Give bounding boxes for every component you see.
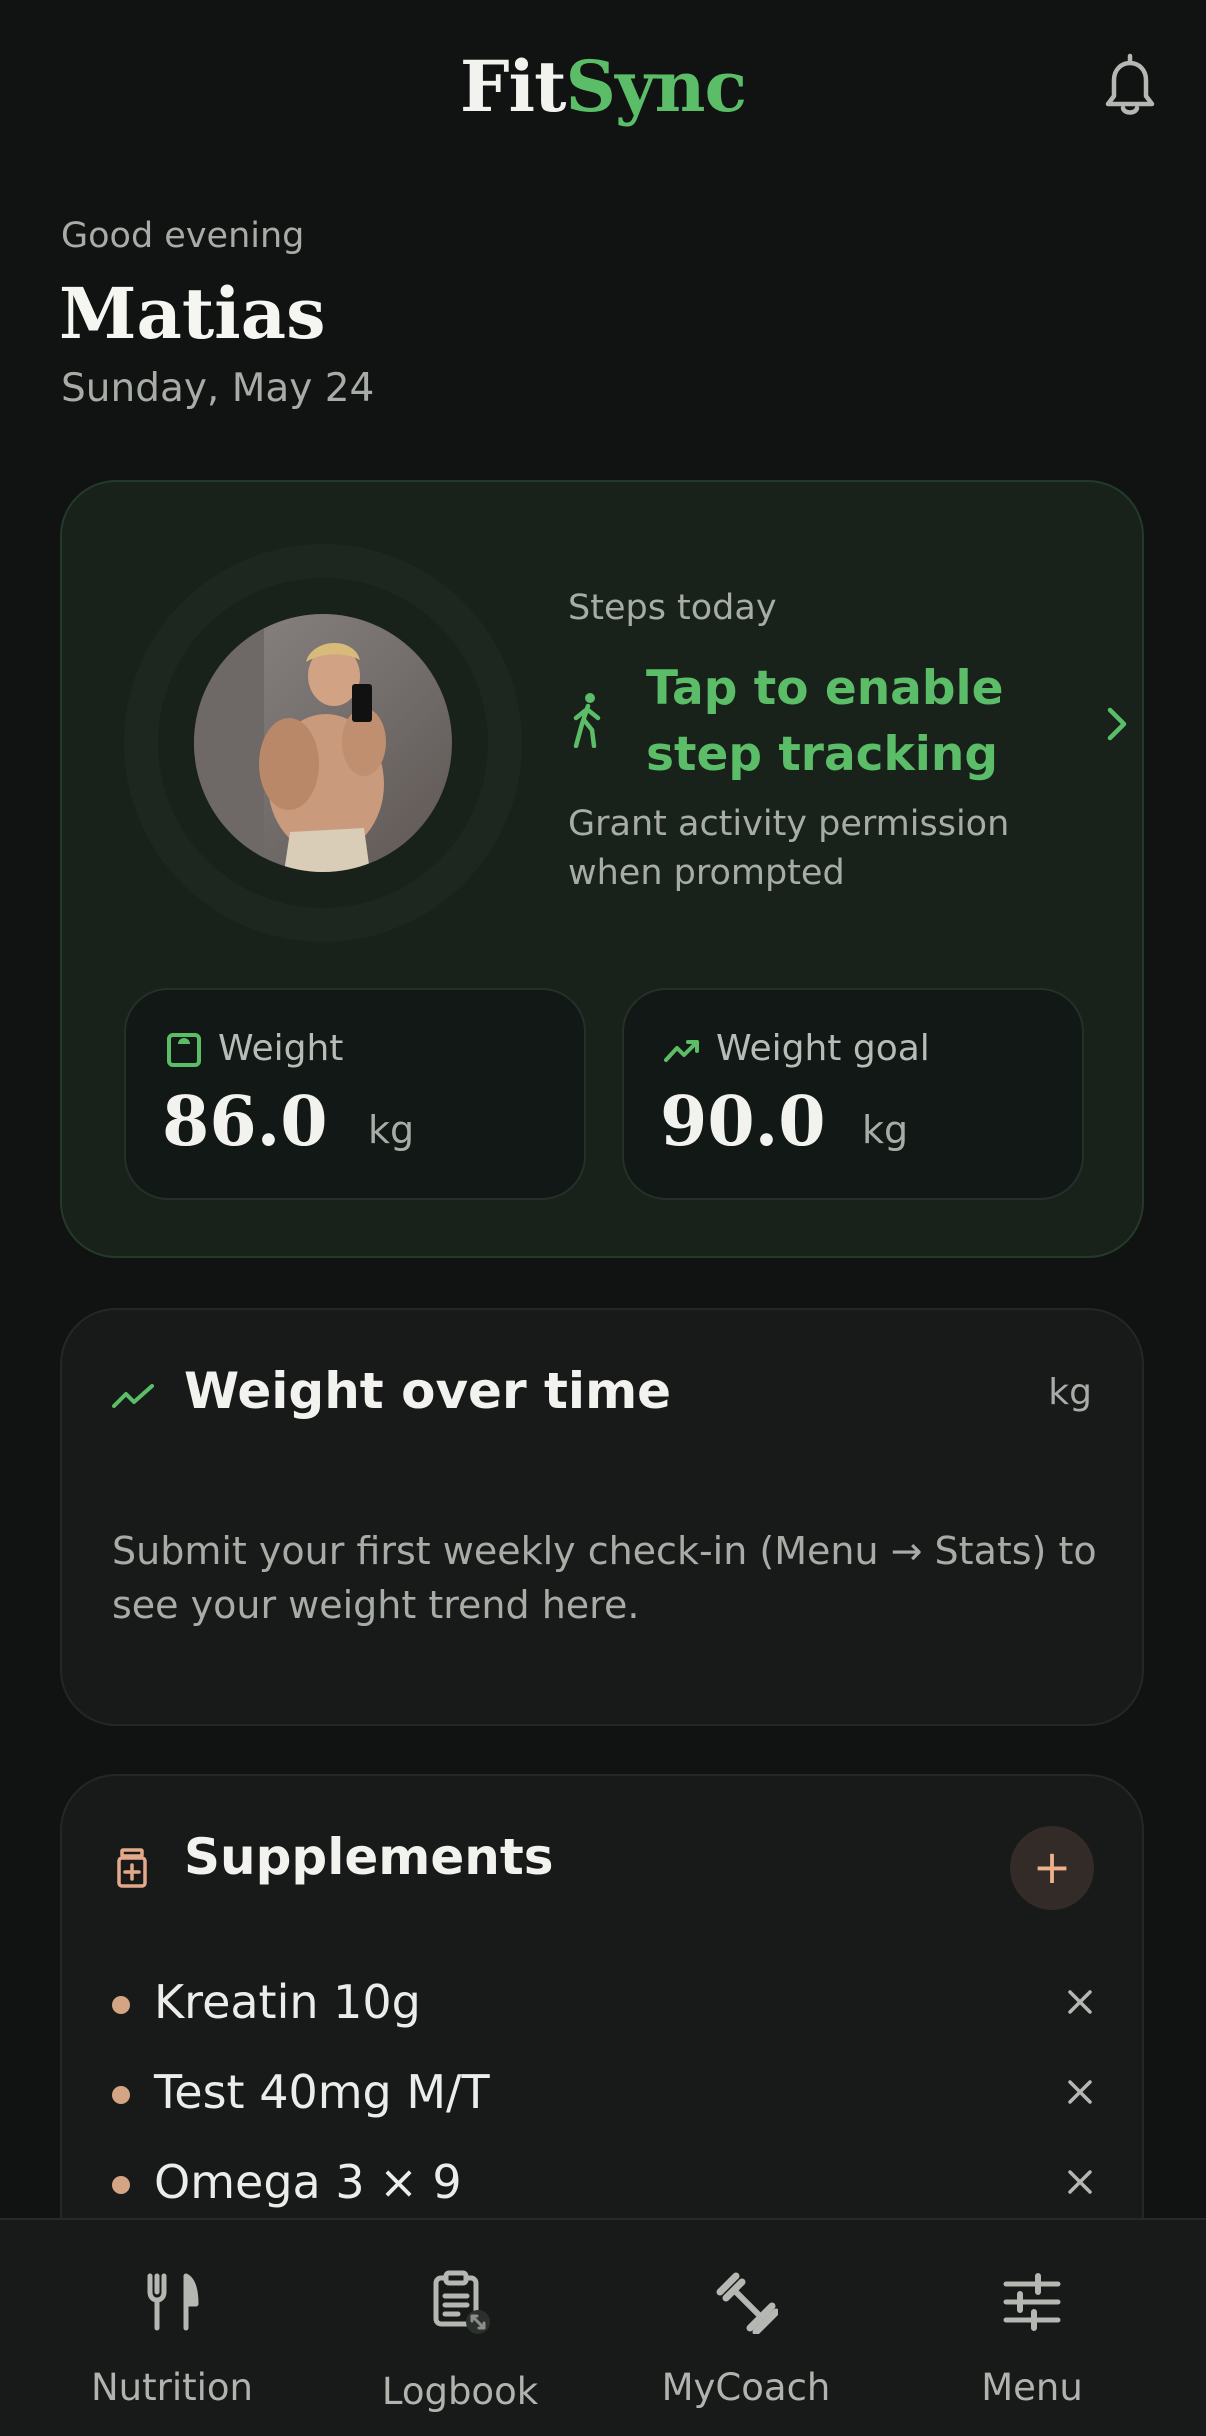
profile-photo — [194, 614, 452, 872]
fork-knife-icon — [147, 2273, 199, 2331]
pill-bottle-icon — [117, 1848, 147, 1888]
clipboard-icon — [433, 2270, 490, 2334]
supplement-name: Kreatin 10g — [154, 1975, 421, 2029]
list-item: Test 40mg M/T — [62, 2062, 1146, 2122]
bottom-nav: Nutrition Logbook MyCoach Menu — [0, 2218, 1206, 2436]
walk-icon — [573, 693, 601, 748]
nav-item-menu[interactable]: Menu — [882, 2220, 1182, 2436]
nav-label: Logbook — [381, 2370, 539, 2413]
nav-item-nutrition[interactable]: Nutrition — [22, 2220, 322, 2436]
bell-icon — [1105, 53, 1155, 115]
steps-permission-hint: Grant activity permission when prompted — [568, 804, 1010, 893]
supplement-name: Omega 3 × 9 — [154, 2155, 462, 2209]
app-header: FitSync — [0, 0, 1206, 180]
weight-over-time-card: Weight over time kg Submit your first we… — [60, 1308, 1144, 1726]
weight-chart-unit: kg — [1048, 1372, 1092, 1413]
weight-empty-message: Submit your first weekly check-in (Menu … — [112, 1529, 1097, 1627]
nav-item-mycoach[interactable]: MyCoach — [596, 2220, 896, 2436]
bullet-dot — [112, 2086, 130, 2104]
nav-label: Menu — [981, 2366, 1083, 2409]
supplements-title: Supplements — [184, 1828, 554, 1886]
logo-fit: Fit — [459, 45, 567, 128]
close-icon[interactable] — [1058, 1980, 1102, 2024]
greeting-salutation: Good evening — [61, 216, 305, 256]
scale-icon — [167, 1033, 201, 1067]
list-item: Kreatin 10g — [62, 1972, 1146, 2032]
nav-label: Nutrition — [90, 2366, 253, 2409]
chevron-right-icon[interactable] — [1106, 706, 1128, 742]
home-screen: FitSync Good evening Matias Sunday, May … — [0, 0, 1206, 2436]
weight-value: 86.0 — [162, 1082, 328, 1162]
current-date: Sunday, May 24 — [61, 366, 375, 411]
trending-up-icon — [664, 1040, 699, 1062]
dumbbell-icon — [716, 2272, 778, 2334]
close-icon[interactable] — [1058, 2070, 1102, 2114]
trend-line-icon — [112, 1384, 154, 1408]
weight-unit: kg — [368, 1108, 415, 1152]
steps-label: Steps today — [568, 588, 777, 628]
bullet-dot — [112, 2176, 130, 2194]
weight-goal-value: 90.0 — [660, 1082, 826, 1162]
weight-goal-stat-card[interactable]: Weight goal 90.0 kg — [622, 988, 1084, 1200]
weight-stat-card[interactable]: Weight 86.0 kg — [124, 988, 586, 1200]
list-item: Omega 3 × 9 — [62, 2152, 1146, 2212]
weight-goal-label: Weight goal — [716, 1028, 930, 1069]
weight-over-time-title: Weight over time — [184, 1362, 672, 1420]
supplement-name: Test 40mg M/T — [154, 2065, 490, 2119]
sliders-icon — [1003, 2273, 1061, 2331]
notifications-button[interactable] — [1100, 50, 1160, 120]
logo-sync: Sync — [565, 45, 747, 128]
nav-item-logbook[interactable]: Logbook — [310, 2220, 610, 2436]
enable-step-tracking-link[interactable]: Tap to enable step tracking — [646, 656, 1026, 788]
app-logo: FitSync — [0, 42, 1206, 132]
avatar[interactable] — [194, 614, 452, 872]
user-name: Matias — [59, 272, 326, 355]
close-icon[interactable] — [1058, 2160, 1102, 2204]
weight-label: Weight — [218, 1028, 344, 1069]
nav-label: MyCoach — [661, 2366, 831, 2409]
steps-hero-card: Steps today Tap to enable step tracking … — [60, 480, 1144, 1258]
bullet-dot — [112, 1996, 130, 2014]
add-supplement-button[interactable]: + — [1010, 1826, 1094, 1910]
weight-goal-unit: kg — [862, 1108, 909, 1152]
